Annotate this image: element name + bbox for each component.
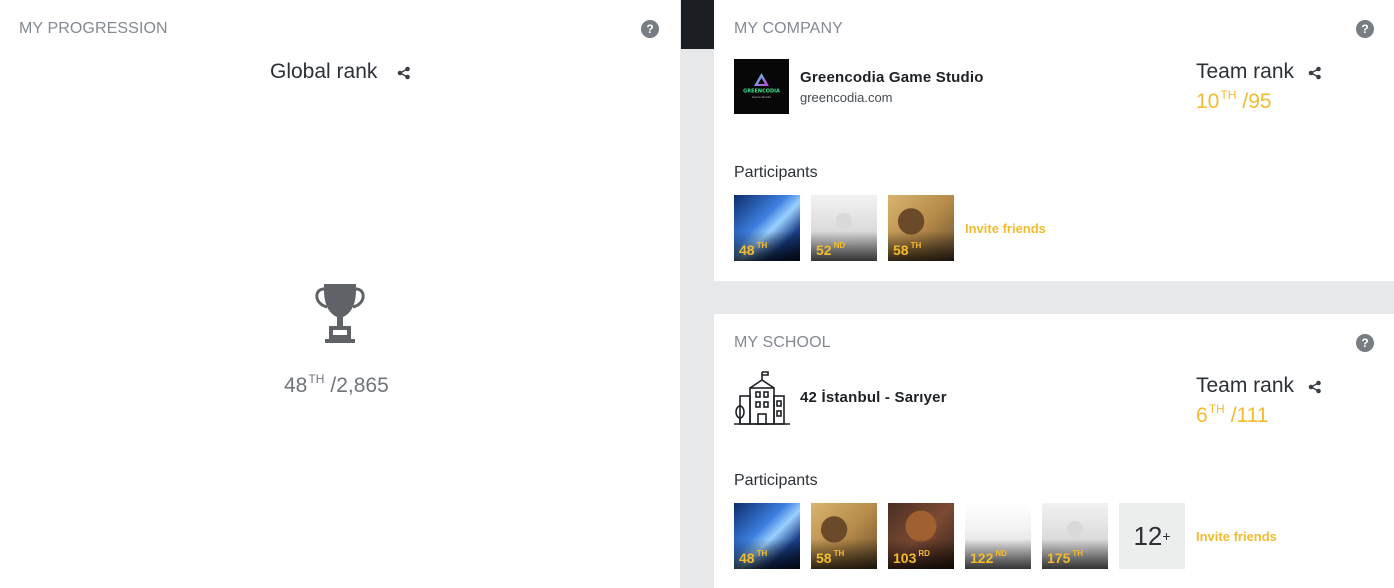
team-rank-value: 6TH/111 xyxy=(1196,402,1268,428)
svg-text:Game Studio: Game Studio xyxy=(752,95,772,99)
team-rank-number: 6 xyxy=(1196,404,1208,427)
company-title: MY COMPANY xyxy=(734,20,843,37)
team-rank-suffix: TH xyxy=(1220,88,1237,102)
global-rank-value: 48TH/2,865 xyxy=(284,372,389,398)
invite-friends-link[interactable]: Invite friends xyxy=(1196,529,1277,544)
svg-text:GREENCODIA: GREENCODIA xyxy=(743,89,780,95)
team-rank-label: Team rank xyxy=(1196,60,1295,83)
participant-avatar[interactable]: 58 TH xyxy=(811,503,877,569)
participants-label: Participants xyxy=(734,472,818,489)
team-rank-suffix: TH xyxy=(1208,402,1225,416)
participant-avatar[interactable]: 48 TH xyxy=(734,195,800,261)
company-panel: MY COMPANY ? GREENCODIA Game Studio Gree… xyxy=(714,0,1394,281)
global-rank-suffix: TH xyxy=(308,372,325,386)
school-panel: MY SCHOOL ? 42 İstanbul - Sarıyer Team r… xyxy=(714,314,1394,588)
participant-rank: 175 TH xyxy=(1047,549,1084,566)
school-title: MY SCHOOL xyxy=(734,334,831,351)
participant-avatar[interactable]: 175 TH xyxy=(1042,503,1108,569)
participant-avatar[interactable]: 103 RD xyxy=(888,503,954,569)
participant-rank: 122 ND xyxy=(970,549,1007,566)
school-building-icon[interactable] xyxy=(734,370,790,426)
dark-strip xyxy=(681,0,714,49)
global-rank-label: Global rank xyxy=(270,60,378,83)
more-count: 12 xyxy=(1133,520,1163,551)
company-name[interactable]: Greencodia Game Studio xyxy=(800,69,984,86)
company-logo[interactable]: GREENCODIA Game Studio xyxy=(734,59,789,114)
company-website[interactable]: greencodia.com xyxy=(800,90,893,105)
share-icon[interactable] xyxy=(1308,66,1322,80)
team-rank-total: /95 xyxy=(1242,90,1272,113)
participant-avatar[interactable]: 52 ND xyxy=(811,195,877,261)
more-participants-button[interactable]: 12 + xyxy=(1119,503,1185,569)
greencodia-logo-icon: GREENCODIA Game Studio xyxy=(743,73,780,99)
participant-avatar[interactable]: 58 TH xyxy=(888,195,954,261)
invite-friends-link[interactable]: Invite friends xyxy=(965,221,1046,236)
global-rank-total: /2,865 xyxy=(330,374,389,397)
participant-avatar[interactable]: 48 TH xyxy=(734,503,800,569)
more-plus: + xyxy=(1162,528,1171,544)
participant-rank: 48 TH xyxy=(739,241,768,258)
share-icon[interactable] xyxy=(397,66,411,80)
trophy-icon xyxy=(315,284,365,343)
progression-title: MY PROGRESSION xyxy=(19,20,168,37)
participant-rank: 48 TH xyxy=(739,549,768,566)
participant-rank: 58 TH xyxy=(893,241,922,258)
share-icon[interactable] xyxy=(1308,380,1322,394)
progression-panel: MY PROGRESSION ? Global rank 48TH/2,865 xyxy=(0,0,680,588)
participant-rank: 52 ND xyxy=(816,241,846,258)
participants-list: 48 TH 52 ND 58 TH Invite friends xyxy=(734,195,1046,261)
school-name[interactable]: 42 İstanbul - Sarıyer xyxy=(800,389,947,406)
team-rank-total: /111 xyxy=(1230,404,1269,427)
help-icon[interactable]: ? xyxy=(641,20,659,38)
team-rank-label: Team rank xyxy=(1196,374,1295,397)
team-rank-value: 10TH/95 xyxy=(1196,88,1272,114)
participant-avatar[interactable]: 122 ND xyxy=(965,503,1031,569)
participants-list: 48 TH 58 TH 103 RD 122 ND 175 TH 12 + Invite f… xyxy=(734,503,1277,569)
participant-rank: 58 TH xyxy=(816,549,845,566)
help-icon[interactable]: ? xyxy=(1356,20,1374,38)
global-rank-number: 48 xyxy=(284,374,308,397)
participants-label: Participants xyxy=(734,164,818,181)
participant-rank: 103 RD xyxy=(893,549,930,566)
help-icon[interactable]: ? xyxy=(1356,334,1374,352)
team-rank-number: 10 xyxy=(1196,90,1220,113)
